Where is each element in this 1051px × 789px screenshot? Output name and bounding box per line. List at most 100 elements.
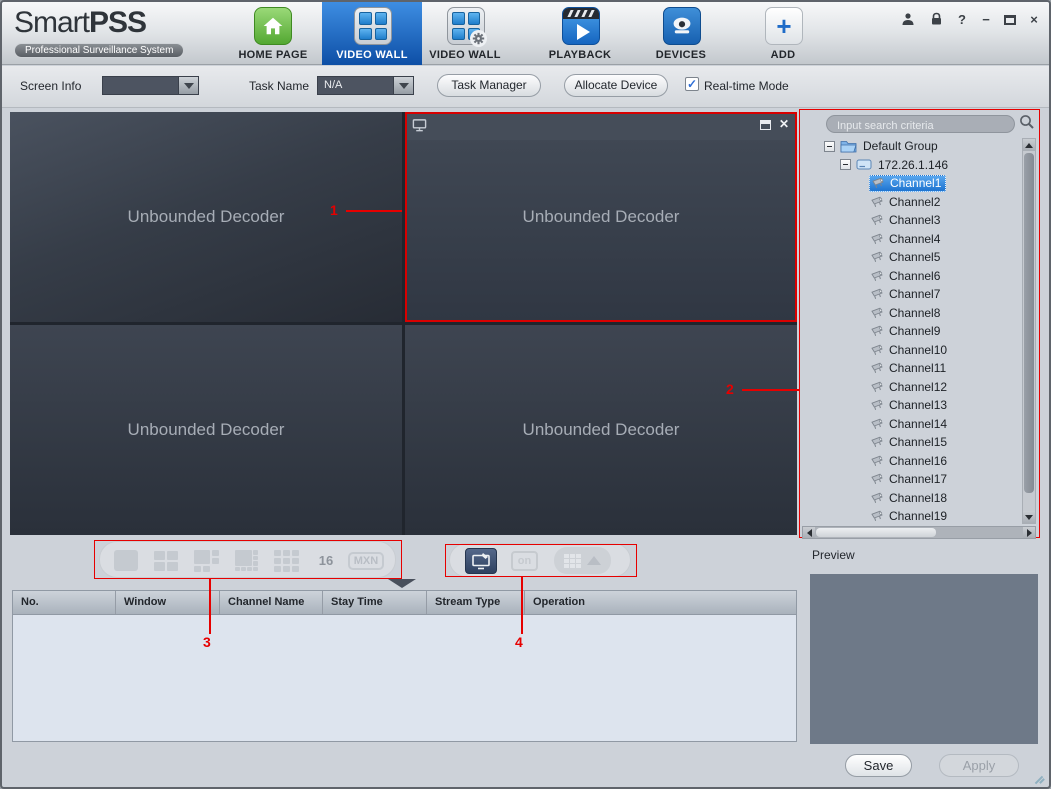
tree-channel-list: Channel1 Channel2 Channel3 Channel4 Chan… (824, 174, 1020, 525)
triangle-up-icon (587, 556, 601, 565)
split-16-button[interactable]: 16 (307, 547, 345, 574)
nav-video-wall-active[interactable]: VIDEO WALL (322, 2, 422, 65)
tree-group-default[interactable]: Default Group (824, 137, 1020, 156)
folder-icon (840, 139, 857, 153)
horizontal-scroll-thumb[interactable] (816, 528, 936, 537)
tree-channel-item[interactable]: Channel4 (824, 230, 1020, 249)
split-mxn-button[interactable]: MXN (347, 547, 385, 574)
camera-icon (871, 233, 885, 245)
tree-channel-item[interactable]: Channel12 (824, 378, 1020, 397)
clear-screen-button[interactable] (465, 548, 497, 574)
split-8-button[interactable] (227, 547, 265, 574)
open-window-list-button[interactable] (554, 547, 611, 574)
panel-close-icon[interactable]: ✕ (779, 117, 789, 131)
add-icon: + (765, 7, 803, 45)
realtime-mode-label: Real-time Mode (704, 79, 789, 93)
camera-icon (871, 307, 885, 319)
annotation-2-line (742, 389, 799, 391)
tree-channel-item[interactable]: Channel9 (824, 322, 1020, 341)
gear-icon (470, 30, 487, 47)
wall-control-toolbar: on (449, 543, 631, 577)
tree-channel-label: Channel8 (889, 305, 941, 320)
collapse-table-button[interactable] (388, 579, 416, 588)
nav-video-wall-config[interactable]: VIDEO WALL (422, 2, 508, 65)
nav-label: ADD (770, 49, 796, 61)
realtime-mode-checkbox[interactable]: ✓ (685, 77, 699, 91)
vertical-scroll-thumb[interactable] (1024, 153, 1034, 493)
camera-icon (871, 288, 885, 300)
nav-home-page[interactable]: HOME PAGE (232, 2, 314, 65)
panel-title-strip: ✕ (407, 114, 795, 140)
video-wall-config-icon (447, 7, 487, 47)
help-button[interactable]: ? (952, 12, 972, 30)
tree-horizontal-scrollbar[interactable] (802, 526, 1036, 539)
tree-channel-item[interactable]: Channel14 (824, 415, 1020, 434)
tree-channel-label: Channel1 (890, 176, 942, 191)
camera-icon (871, 492, 885, 504)
tree-channel-item[interactable]: Channel13 (824, 396, 1020, 415)
collapse-icon[interactable] (840, 159, 851, 171)
tree-channel-item[interactable]: Channel2 (824, 193, 1020, 212)
annotation-2-label: 2 (726, 381, 734, 397)
search-input[interactable] (827, 118, 1014, 134)
resize-grip[interactable] (1032, 770, 1046, 785)
search-field[interactable] (826, 115, 1015, 134)
scroll-down-icon[interactable] (1023, 511, 1035, 523)
task-name-label: Task Name (249, 79, 310, 93)
dropdown-arrow-icon[interactable] (178, 77, 198, 94)
scroll-right-icon[interactable] (1023, 527, 1035, 538)
panel-restore-icon[interactable] (760, 120, 771, 130)
camera-icon (871, 196, 885, 208)
task-manager-button[interactable]: Task Manager (437, 74, 541, 97)
decoder-panel-2-selected[interactable]: ✕ Unbounded Decoder (405, 112, 797, 322)
tree-channel-item[interactable]: Channel8 (824, 304, 1020, 323)
collapse-icon[interactable] (824, 140, 835, 152)
save-button[interactable]: Save (845, 754, 912, 777)
decode-on-button[interactable]: on (511, 551, 538, 571)
tree-channel-item[interactable]: Channel6 (824, 267, 1020, 286)
decoder-panel-1[interactable]: Unbounded Decoder (10, 112, 402, 322)
task-name-dropdown[interactable]: N/A (317, 76, 414, 95)
nav-playback[interactable]: PLAYBACK (540, 2, 620, 65)
nav-devices[interactable]: DEVICES (640, 2, 722, 65)
lock-icon[interactable] (926, 12, 946, 30)
split-4-button[interactable] (147, 547, 185, 574)
tree-channel-item[interactable]: Channel3 (824, 211, 1020, 230)
close-button[interactable]: × (1024, 12, 1044, 30)
minimize-button[interactable]: − (976, 12, 996, 30)
tree-channel-item[interactable]: Channel19 (824, 507, 1020, 525)
decoder-panel-3[interactable]: Unbounded Decoder (10, 325, 402, 535)
tree-channel-item[interactable]: Channel10 (824, 341, 1020, 360)
camera-icon (872, 177, 886, 189)
tree-channel-item[interactable]: Channel18 (824, 489, 1020, 508)
scroll-up-icon[interactable] (1023, 139, 1035, 151)
tree-channel-item[interactable]: Channel1 (824, 174, 1020, 193)
split-1-button[interactable] (107, 547, 145, 574)
preview-box (810, 574, 1038, 744)
split-6-button[interactable] (187, 547, 225, 574)
split-9-button[interactable] (267, 547, 305, 574)
tree-channel-item[interactable]: Channel16 (824, 452, 1020, 471)
nav-add[interactable]: + ADD (746, 2, 820, 65)
tree-channel-item[interactable]: Channel11 (824, 359, 1020, 378)
tree-channel-item[interactable]: Channel17 (824, 470, 1020, 489)
screen-info-dropdown[interactable] (102, 76, 199, 95)
tree-vertical-scrollbar[interactable] (1022, 138, 1036, 524)
tree-channel-item[interactable]: Channel5 (824, 248, 1020, 267)
tree-channel-item[interactable]: Channel7 (824, 285, 1020, 304)
apply-button[interactable]: Apply (939, 754, 1019, 777)
decoder-panel-4[interactable]: Unbounded Decoder (405, 325, 797, 535)
tree-channel-label: Channel15 (889, 435, 948, 450)
maximize-button[interactable] (1000, 12, 1020, 30)
allocate-device-button[interactable]: Allocate Device (564, 74, 668, 97)
user-icon[interactable] (898, 12, 918, 30)
tree-channel-label: Channel2 (889, 194, 941, 209)
tree-device-172-26-1-146[interactable]: 172.26.1.146 (824, 156, 1020, 175)
tree-channel-item[interactable]: Channel15 (824, 433, 1020, 452)
scroll-left-icon[interactable] (803, 527, 815, 538)
table-header-row: No. Window Channel Name Stay Time Stream… (13, 591, 796, 615)
nav-label: PLAYBACK (548, 49, 612, 61)
search-icon[interactable] (1019, 114, 1035, 135)
nav-label: VIDEO WALL (429, 49, 501, 61)
dropdown-arrow-icon[interactable] (393, 77, 413, 94)
